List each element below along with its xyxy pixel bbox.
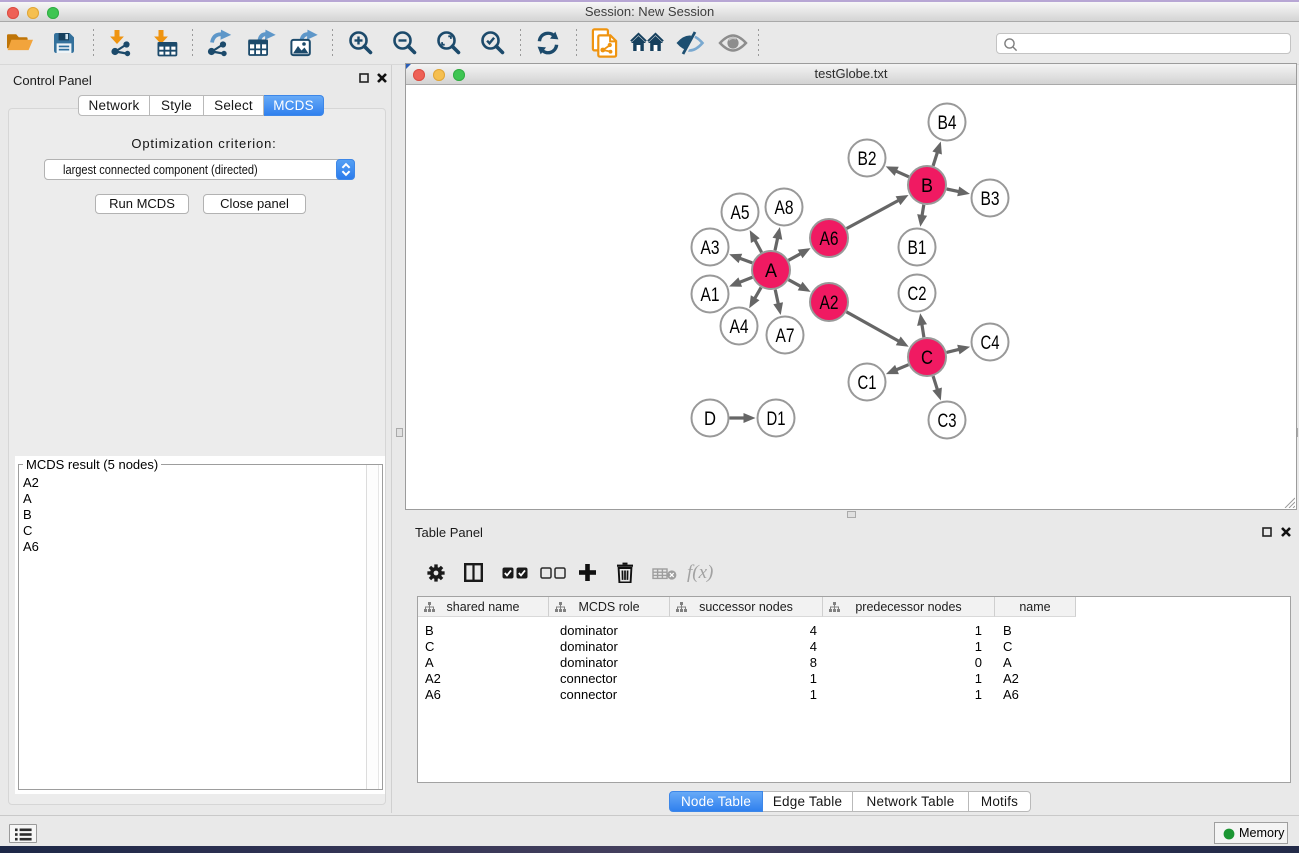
svg-text:A5: A5 [731,202,750,224]
svg-text:A4: A4 [730,316,749,338]
svg-text:C4: C4 [981,332,1000,354]
svg-text:A: A [765,260,777,282]
svg-text:D: D [704,408,716,430]
svg-text:A2: A2 [820,292,839,314]
svg-text:A8: A8 [775,197,794,219]
svg-text:A7: A7 [776,325,795,347]
svg-text:A6: A6 [820,228,839,250]
svg-text:C2: C2 [908,283,927,305]
svg-text:C1: C1 [858,372,877,394]
svg-text:B3: B3 [981,188,1000,210]
svg-text:A3: A3 [701,237,720,259]
svg-text:B: B [921,175,933,197]
svg-text:D1: D1 [767,408,786,430]
svg-text:C: C [921,347,933,369]
svg-text:C3: C3 [938,410,957,432]
svg-text:B1: B1 [908,237,927,259]
svg-text:A1: A1 [701,284,720,306]
svg-text:B4: B4 [938,112,957,134]
svg-text:B2: B2 [858,148,877,170]
